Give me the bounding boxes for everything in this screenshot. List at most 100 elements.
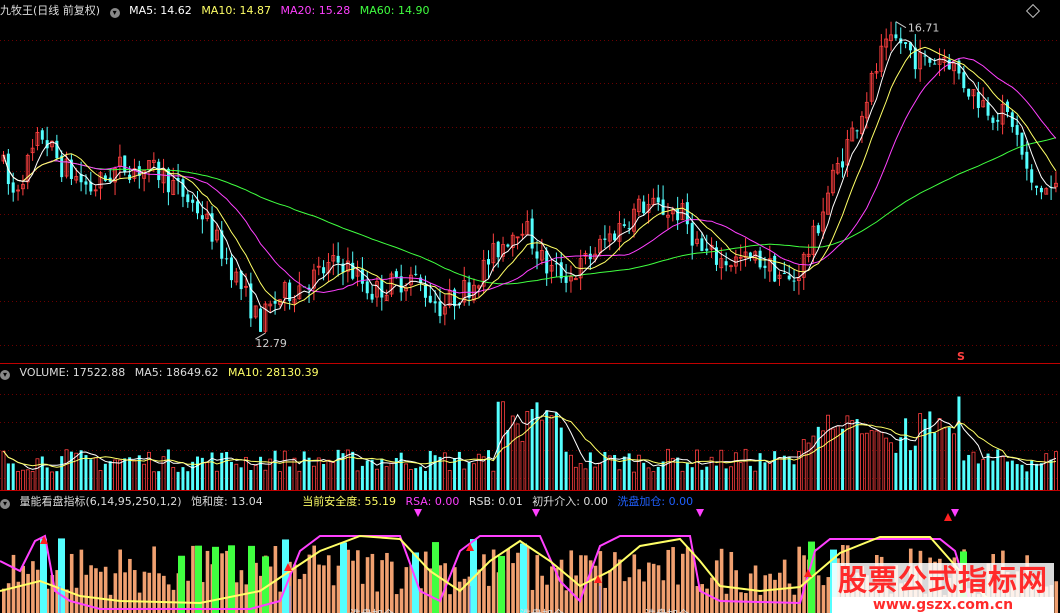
volume-bar (166, 449, 170, 491)
indicator-bar (685, 547, 690, 613)
volume-bar (307, 457, 311, 491)
indicator-bar (647, 562, 651, 613)
volume-bar (864, 432, 869, 491)
volume-bar (801, 439, 806, 491)
volume-bar (899, 437, 903, 491)
volume-bar (239, 467, 243, 491)
wash-label: 洗盘加仓 (645, 607, 689, 613)
ma5-value: MA5: 14.62 (129, 4, 192, 17)
volume-bar (229, 461, 233, 491)
high-pointer (895, 21, 907, 29)
chevron-down-icon[interactable]: ▾ (0, 370, 10, 380)
volume-bar (151, 471, 156, 491)
candle-body (438, 301, 442, 317)
volume-bar (642, 462, 646, 491)
candle-body (487, 259, 490, 265)
sell-signal-label: S (957, 350, 965, 363)
indicator-bar (84, 574, 89, 613)
volume-bar (123, 458, 127, 491)
volume-bar (108, 461, 112, 491)
indicator-bar (268, 566, 273, 613)
volume-bar (967, 454, 971, 491)
indicator-bar (317, 564, 321, 613)
volume-bar (1054, 451, 1058, 491)
volume-bar (181, 467, 185, 491)
indicator-bar (656, 565, 661, 613)
indicator-bar (331, 585, 336, 613)
rsb-value: RSB: 0.01 (468, 495, 523, 508)
indicator-highlight-bar (178, 555, 185, 613)
price-header: 九牧王(日线 前复权) ▾ MA5: 14.62 MA10: 14.87 MA2… (0, 2, 435, 18)
indicator-highlight-bar (498, 555, 505, 613)
candle-body (103, 175, 107, 181)
volume-bar (433, 455, 437, 491)
indicator-bar (152, 546, 156, 613)
volume-bar (666, 448, 670, 491)
volume-bar (962, 460, 966, 491)
volume-bar (850, 420, 855, 491)
volume-bar (685, 462, 689, 491)
volume-bar (375, 468, 379, 491)
indicator-bar (608, 570, 612, 613)
watermark-url: www.gszx.com.cn (831, 597, 1054, 613)
candle-body (986, 102, 990, 116)
volume-bar (1025, 471, 1029, 491)
volume-bar (933, 432, 937, 491)
volume-bar (816, 426, 820, 491)
volume-bar (957, 396, 961, 491)
indicator-bar (69, 553, 74, 613)
candle-body (191, 199, 195, 203)
indicator-bar (511, 563, 515, 613)
indicator-bar (336, 565, 341, 613)
volume-bar (423, 470, 427, 491)
volume-bar (186, 471, 190, 491)
volume-bar (176, 471, 180, 491)
wash-label: 洗盘加仓 (350, 607, 394, 613)
volume-bar (16, 471, 20, 491)
volume-bar (249, 469, 253, 491)
candle-body (1010, 112, 1014, 127)
candle-body (84, 181, 88, 185)
volume-bar (733, 452, 738, 491)
indicator-name[interactable]: 量能看盘指标(6,14,95,250,1,2) (20, 495, 182, 508)
volume-bar (171, 467, 176, 491)
volume-value: VOLUME: 17522.88 (19, 366, 126, 379)
indicator-bar (700, 584, 704, 613)
volume-bar (487, 450, 490, 491)
volume-bar (472, 463, 476, 491)
volume-bar (84, 455, 88, 491)
indicator-bar (632, 554, 637, 613)
indicator-bar (11, 554, 16, 613)
indicator-bar (821, 585, 826, 613)
candle-body (336, 255, 340, 263)
volume-bar (894, 452, 898, 491)
chevron-down-icon[interactable]: ▾ (0, 499, 10, 509)
indicator-bar (326, 555, 331, 613)
volume-bar (89, 459, 93, 491)
indicator-bar (365, 557, 370, 613)
candle-body (229, 257, 233, 281)
candle-body (676, 208, 680, 221)
candle-body (976, 92, 980, 108)
indicator-bar (758, 594, 763, 613)
sell-arrow-icon (532, 509, 540, 517)
entry-value: 初升介入: 0.00 (532, 495, 608, 508)
stock-title[interactable]: 九牧王(日线 前复权) (0, 4, 100, 17)
candle-body (423, 284, 427, 298)
chevron-down-icon[interactable]: ▾ (109, 8, 120, 18)
volume-bar (646, 467, 651, 491)
volume-chart (0, 394, 1060, 491)
volume-bar (559, 427, 563, 491)
volume-bar (782, 455, 786, 491)
volume-bar (20, 469, 25, 491)
candle-body (1015, 125, 1019, 135)
volume-bar (607, 455, 612, 491)
indicator-bar (487, 585, 491, 613)
volume-bar (132, 460, 137, 491)
wash-label: 洗盘加仓 (520, 607, 564, 613)
indicator-bar (370, 553, 375, 613)
volume-bar (501, 401, 505, 491)
volume-bar (904, 418, 908, 491)
volume-bar (651, 471, 656, 491)
candle-body (370, 293, 374, 300)
